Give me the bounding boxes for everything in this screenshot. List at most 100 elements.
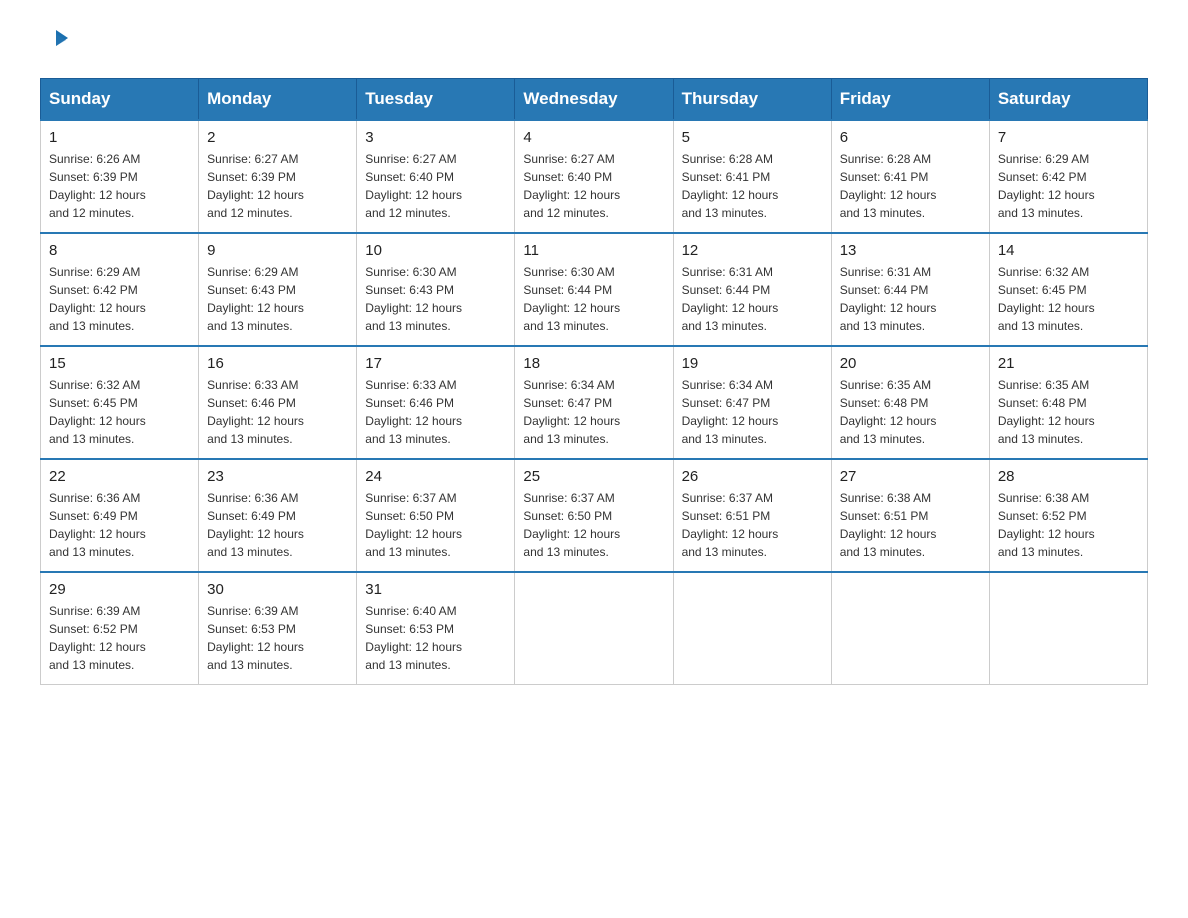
calendar-day-cell: 9 Sunrise: 6:29 AM Sunset: 6:43 PM Dayli… bbox=[199, 233, 357, 346]
day-info: Sunrise: 6:28 AM Sunset: 6:41 PM Dayligh… bbox=[682, 150, 823, 222]
day-number: 17 bbox=[365, 355, 506, 372]
day-number: 15 bbox=[49, 355, 190, 372]
day-number: 20 bbox=[840, 355, 981, 372]
calendar-day-cell: 29 Sunrise: 6:39 AM Sunset: 6:52 PM Dayl… bbox=[41, 572, 199, 685]
day-number: 10 bbox=[365, 242, 506, 259]
calendar-day-cell: 28 Sunrise: 6:38 AM Sunset: 6:52 PM Dayl… bbox=[989, 459, 1147, 572]
day-info: Sunrise: 6:33 AM Sunset: 6:46 PM Dayligh… bbox=[207, 376, 348, 448]
calendar-day-cell: 31 Sunrise: 6:40 AM Sunset: 6:53 PM Dayl… bbox=[357, 572, 515, 685]
calendar-day-cell: 10 Sunrise: 6:30 AM Sunset: 6:43 PM Dayl… bbox=[357, 233, 515, 346]
calendar-day-cell: 27 Sunrise: 6:38 AM Sunset: 6:51 PM Dayl… bbox=[831, 459, 989, 572]
day-number: 23 bbox=[207, 468, 348, 485]
day-info: Sunrise: 6:33 AM Sunset: 6:46 PM Dayligh… bbox=[365, 376, 506, 448]
day-number: 7 bbox=[998, 129, 1139, 146]
day-info: Sunrise: 6:40 AM Sunset: 6:53 PM Dayligh… bbox=[365, 602, 506, 674]
day-number: 11 bbox=[523, 242, 664, 259]
day-number: 24 bbox=[365, 468, 506, 485]
calendar-day-cell: 26 Sunrise: 6:37 AM Sunset: 6:51 PM Dayl… bbox=[673, 459, 831, 572]
day-number: 14 bbox=[998, 242, 1139, 259]
calendar-day-cell: 30 Sunrise: 6:39 AM Sunset: 6:53 PM Dayl… bbox=[199, 572, 357, 685]
calendar-day-cell: 19 Sunrise: 6:34 AM Sunset: 6:47 PM Dayl… bbox=[673, 346, 831, 459]
day-number: 19 bbox=[682, 355, 823, 372]
col-header-monday: Monday bbox=[199, 79, 357, 121]
day-number: 8 bbox=[49, 242, 190, 259]
calendar-day-cell: 7 Sunrise: 6:29 AM Sunset: 6:42 PM Dayli… bbox=[989, 120, 1147, 233]
calendar-week-row: 29 Sunrise: 6:39 AM Sunset: 6:52 PM Dayl… bbox=[41, 572, 1148, 685]
col-header-wednesday: Wednesday bbox=[515, 79, 673, 121]
day-info: Sunrise: 6:27 AM Sunset: 6:39 PM Dayligh… bbox=[207, 150, 348, 222]
calendar-day-cell: 22 Sunrise: 6:36 AM Sunset: 6:49 PM Dayl… bbox=[41, 459, 199, 572]
day-number: 16 bbox=[207, 355, 348, 372]
day-info: Sunrise: 6:36 AM Sunset: 6:49 PM Dayligh… bbox=[49, 489, 190, 561]
day-info: Sunrise: 6:29 AM Sunset: 6:43 PM Dayligh… bbox=[207, 263, 348, 335]
day-info: Sunrise: 6:34 AM Sunset: 6:47 PM Dayligh… bbox=[682, 376, 823, 448]
day-info: Sunrise: 6:35 AM Sunset: 6:48 PM Dayligh… bbox=[840, 376, 981, 448]
day-info: Sunrise: 6:30 AM Sunset: 6:43 PM Dayligh… bbox=[365, 263, 506, 335]
calendar-week-row: 1 Sunrise: 6:26 AM Sunset: 6:39 PM Dayli… bbox=[41, 120, 1148, 233]
calendar-day-cell: 14 Sunrise: 6:32 AM Sunset: 6:45 PM Dayl… bbox=[989, 233, 1147, 346]
col-header-sunday: Sunday bbox=[41, 79, 199, 121]
calendar-day-cell: 17 Sunrise: 6:33 AM Sunset: 6:46 PM Dayl… bbox=[357, 346, 515, 459]
calendar-day-cell: 24 Sunrise: 6:37 AM Sunset: 6:50 PM Dayl… bbox=[357, 459, 515, 572]
day-info: Sunrise: 6:38 AM Sunset: 6:51 PM Dayligh… bbox=[840, 489, 981, 561]
day-info: Sunrise: 6:27 AM Sunset: 6:40 PM Dayligh… bbox=[523, 150, 664, 222]
calendar-day-cell: 3 Sunrise: 6:27 AM Sunset: 6:40 PM Dayli… bbox=[357, 120, 515, 233]
col-header-thursday: Thursday bbox=[673, 79, 831, 121]
day-info: Sunrise: 6:30 AM Sunset: 6:44 PM Dayligh… bbox=[523, 263, 664, 335]
calendar-day-cell: 1 Sunrise: 6:26 AM Sunset: 6:39 PM Dayli… bbox=[41, 120, 199, 233]
col-header-tuesday: Tuesday bbox=[357, 79, 515, 121]
day-info: Sunrise: 6:29 AM Sunset: 6:42 PM Dayligh… bbox=[998, 150, 1139, 222]
day-info: Sunrise: 6:35 AM Sunset: 6:48 PM Dayligh… bbox=[998, 376, 1139, 448]
calendar-empty-cell bbox=[673, 572, 831, 685]
day-info: Sunrise: 6:37 AM Sunset: 6:50 PM Dayligh… bbox=[365, 489, 506, 561]
col-header-saturday: Saturday bbox=[989, 79, 1147, 121]
calendar-day-cell: 6 Sunrise: 6:28 AM Sunset: 6:41 PM Dayli… bbox=[831, 120, 989, 233]
day-info: Sunrise: 6:26 AM Sunset: 6:39 PM Dayligh… bbox=[49, 150, 190, 222]
day-info: Sunrise: 6:37 AM Sunset: 6:51 PM Dayligh… bbox=[682, 489, 823, 561]
calendar-empty-cell bbox=[989, 572, 1147, 685]
calendar-day-cell: 25 Sunrise: 6:37 AM Sunset: 6:50 PM Dayl… bbox=[515, 459, 673, 572]
day-number: 27 bbox=[840, 468, 981, 485]
day-number: 26 bbox=[682, 468, 823, 485]
calendar-day-cell: 11 Sunrise: 6:30 AM Sunset: 6:44 PM Dayl… bbox=[515, 233, 673, 346]
day-info: Sunrise: 6:29 AM Sunset: 6:42 PM Dayligh… bbox=[49, 263, 190, 335]
day-number: 13 bbox=[840, 242, 981, 259]
calendar-day-cell: 21 Sunrise: 6:35 AM Sunset: 6:48 PM Dayl… bbox=[989, 346, 1147, 459]
day-info: Sunrise: 6:37 AM Sunset: 6:50 PM Dayligh… bbox=[523, 489, 664, 561]
calendar-day-cell: 12 Sunrise: 6:31 AM Sunset: 6:44 PM Dayl… bbox=[673, 233, 831, 346]
day-info: Sunrise: 6:38 AM Sunset: 6:52 PM Dayligh… bbox=[998, 489, 1139, 561]
logo-flag-icon bbox=[42, 28, 70, 56]
logo bbox=[40, 30, 70, 58]
day-info: Sunrise: 6:27 AM Sunset: 6:40 PM Dayligh… bbox=[365, 150, 506, 222]
calendar-day-cell: 20 Sunrise: 6:35 AM Sunset: 6:48 PM Dayl… bbox=[831, 346, 989, 459]
calendar-empty-cell bbox=[831, 572, 989, 685]
day-info: Sunrise: 6:31 AM Sunset: 6:44 PM Dayligh… bbox=[682, 263, 823, 335]
col-header-friday: Friday bbox=[831, 79, 989, 121]
day-info: Sunrise: 6:34 AM Sunset: 6:47 PM Dayligh… bbox=[523, 376, 664, 448]
day-number: 18 bbox=[523, 355, 664, 372]
calendar-day-cell: 15 Sunrise: 6:32 AM Sunset: 6:45 PM Dayl… bbox=[41, 346, 199, 459]
calendar-empty-cell bbox=[515, 572, 673, 685]
day-number: 25 bbox=[523, 468, 664, 485]
day-number: 5 bbox=[682, 129, 823, 146]
calendar-day-cell: 2 Sunrise: 6:27 AM Sunset: 6:39 PM Dayli… bbox=[199, 120, 357, 233]
day-number: 12 bbox=[682, 242, 823, 259]
day-number: 6 bbox=[840, 129, 981, 146]
day-info: Sunrise: 6:36 AM Sunset: 6:49 PM Dayligh… bbox=[207, 489, 348, 561]
day-info: Sunrise: 6:39 AM Sunset: 6:53 PM Dayligh… bbox=[207, 602, 348, 674]
calendar-day-cell: 4 Sunrise: 6:27 AM Sunset: 6:40 PM Dayli… bbox=[515, 120, 673, 233]
calendar-day-cell: 8 Sunrise: 6:29 AM Sunset: 6:42 PM Dayli… bbox=[41, 233, 199, 346]
calendar-table: SundayMondayTuesdayWednesdayThursdayFrid… bbox=[40, 78, 1148, 685]
calendar-header-row: SundayMondayTuesdayWednesdayThursdayFrid… bbox=[41, 79, 1148, 121]
day-number: 21 bbox=[998, 355, 1139, 372]
calendar-week-row: 8 Sunrise: 6:29 AM Sunset: 6:42 PM Dayli… bbox=[41, 233, 1148, 346]
day-number: 22 bbox=[49, 468, 190, 485]
page-header bbox=[40, 30, 1148, 58]
calendar-day-cell: 23 Sunrise: 6:36 AM Sunset: 6:49 PM Dayl… bbox=[199, 459, 357, 572]
calendar-day-cell: 13 Sunrise: 6:31 AM Sunset: 6:44 PM Dayl… bbox=[831, 233, 989, 346]
day-info: Sunrise: 6:31 AM Sunset: 6:44 PM Dayligh… bbox=[840, 263, 981, 335]
day-number: 29 bbox=[49, 581, 190, 598]
day-number: 4 bbox=[523, 129, 664, 146]
calendar-week-row: 22 Sunrise: 6:36 AM Sunset: 6:49 PM Dayl… bbox=[41, 459, 1148, 572]
day-number: 3 bbox=[365, 129, 506, 146]
